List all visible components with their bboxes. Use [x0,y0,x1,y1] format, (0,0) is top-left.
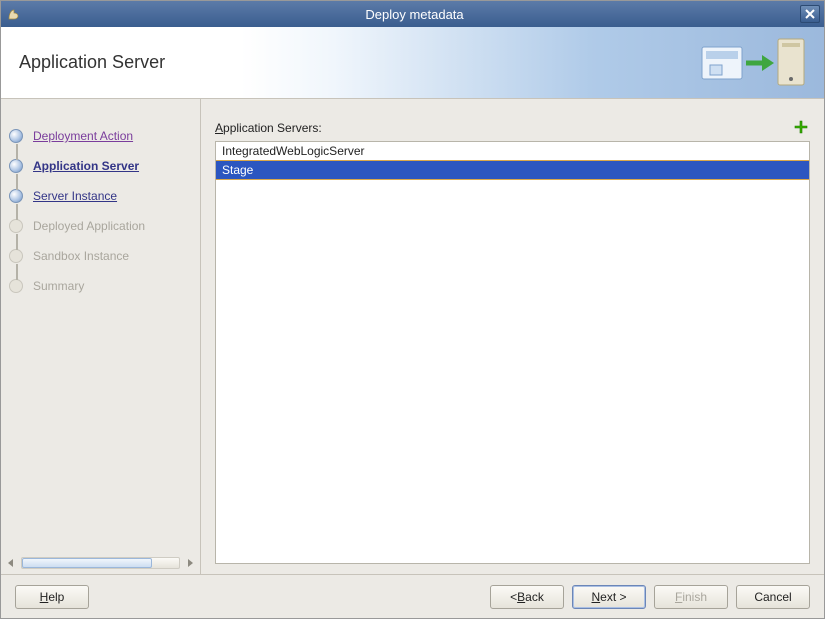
step-node-icon [9,279,23,293]
wizard-header: Application Server [1,27,824,99]
step-deployment-action[interactable]: Deployment Action [9,121,200,151]
page-title: Application Server [1,52,165,73]
step-node-icon [9,159,23,173]
step-node-icon [9,129,23,143]
wizard-steps-sidebar: Deployment Action Application Server Ser… [1,99,201,574]
plus-icon [793,120,809,136]
step-label: Deployment Action [33,129,133,143]
help-button[interactable]: Help [15,585,89,609]
wizard-steps-list: Deployment Action Application Server Ser… [1,121,200,548]
step-label: Application Server [33,159,139,173]
cancel-button[interactable]: Cancel [736,585,810,609]
step-summary: Summary [9,271,200,301]
step-label: Server Instance [33,189,117,203]
scroll-right-icon[interactable] [184,557,196,569]
scroll-left-icon[interactable] [5,557,17,569]
main-pane: Application Servers: IntegratedWebLogicS… [201,99,824,574]
server-list-item[interactable]: Stage [216,160,809,180]
sidebar-horizontal-scrollbar[interactable] [1,556,200,574]
application-servers-list[interactable]: IntegratedWebLogicServer Stage [215,141,810,564]
step-label: Deployed Application [33,219,145,233]
header-graphic [700,35,810,91]
step-sandbox-instance: Sandbox Instance [9,241,200,271]
step-label: Summary [33,279,84,293]
window-title: Deploy metadata [29,7,800,22]
list-header-row: Application Servers: [215,119,810,137]
titlebar: Deploy metadata [1,1,824,27]
step-server-instance[interactable]: Server Instance [9,181,200,211]
scrollbar-track[interactable] [21,557,180,569]
step-application-server[interactable]: Application Server [9,151,200,181]
step-node-icon [9,219,23,233]
wizard-body: Deployment Action Application Server Ser… [1,99,824,574]
step-node-icon [9,189,23,203]
window-close-button[interactable] [800,5,820,23]
app-icon [5,5,23,23]
application-servers-label: Application Servers: [215,121,322,135]
step-deployed-application: Deployed Application [9,211,200,241]
add-server-button[interactable] [792,119,810,137]
server-list-item[interactable]: IntegratedWebLogicServer [216,142,809,160]
step-label: Sandbox Instance [33,249,129,263]
wizard-footer: Help < Back Next > Finish Cancel [1,574,824,618]
finish-button: Finish [654,585,728,609]
back-button[interactable]: < Back [490,585,564,609]
scrollbar-thumb[interactable] [22,558,152,568]
wizard-window: Deploy metadata Application Server [0,0,825,619]
next-button[interactable]: Next > [572,585,646,609]
step-node-icon [9,249,23,263]
close-icon [805,9,815,19]
